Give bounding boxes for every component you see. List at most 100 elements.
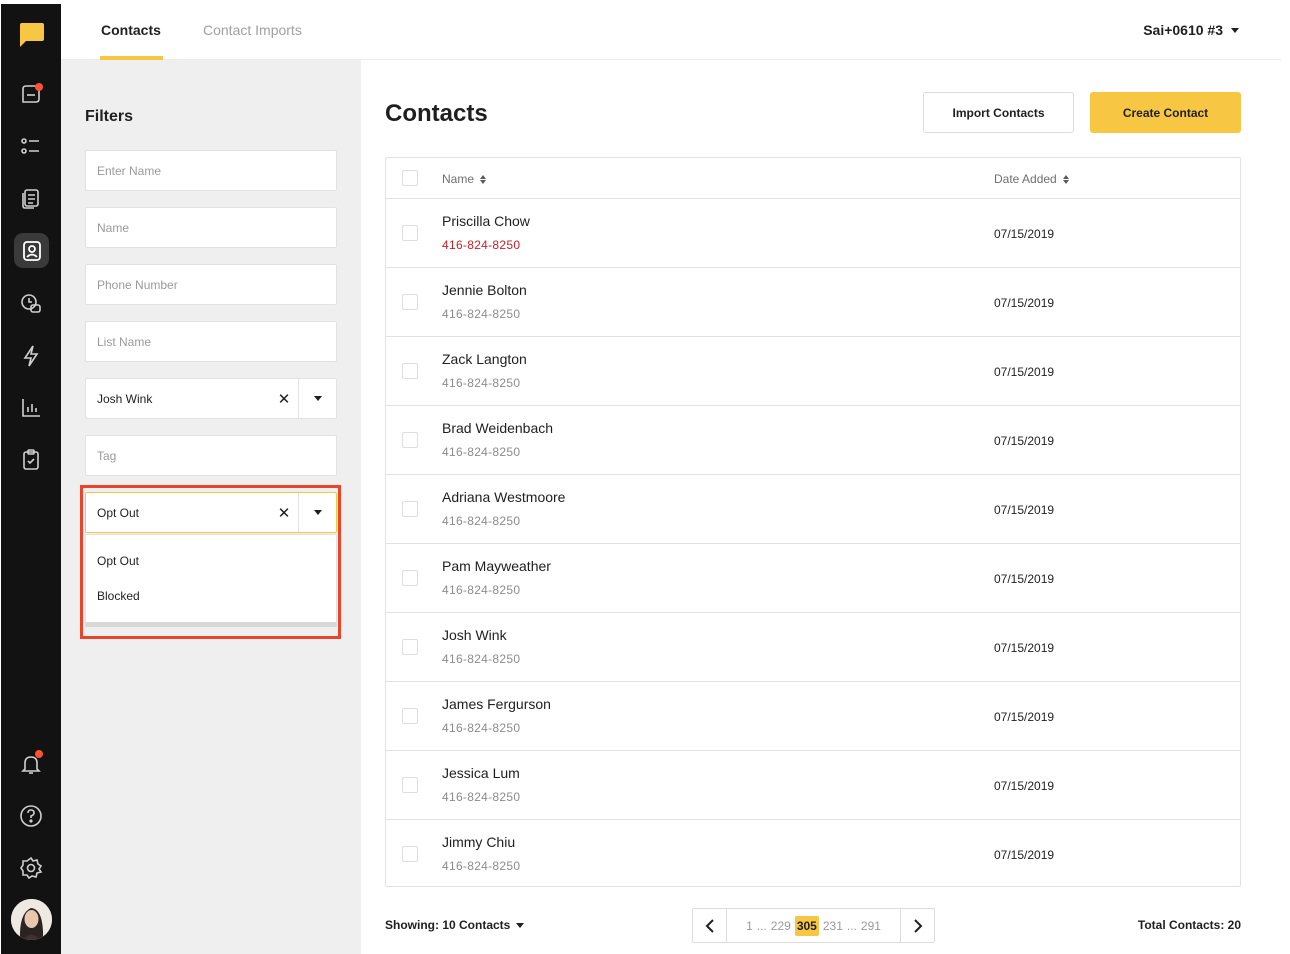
table-row[interactable]: Adriana Westmoore 416-824-8250 07/15/2019 <box>386 475 1240 544</box>
contact-phone: 416-824-8250 <box>442 445 521 459</box>
row-checkbox[interactable] <box>402 846 418 862</box>
select-all-checkbox[interactable] <box>402 170 418 186</box>
row-checkbox[interactable] <box>402 501 418 517</box>
tab-contact-imports[interactable]: Contact Imports <box>203 22 302 38</box>
table-row[interactable]: Pam Mayweather 416-824-8250 07/15/2019 <box>386 544 1240 613</box>
contact-name[interactable]: Zack Langton <box>442 351 527 367</box>
ellipsis: ... <box>846 918 857 933</box>
column-name-label: Name <box>442 172 475 186</box>
settings-icon[interactable] <box>16 853 46 883</box>
table-row[interactable]: Jennie Bolton 416-824-8250 07/15/2019 <box>386 268 1240 337</box>
page-link[interactable]: 1 <box>746 919 753 933</box>
sort-icon <box>480 174 487 184</box>
assignee-select[interactable]: Josh Wink ✕ <box>85 378 337 419</box>
import-contacts-button[interactable]: Import Contacts <box>923 92 1074 133</box>
contact-name[interactable]: Pam Mayweather <box>442 558 551 574</box>
user-avatar[interactable] <box>11 899 52 940</box>
date-added: 07/15/2019 <box>994 365 1055 379</box>
column-date-header[interactable]: Date Added <box>994 172 1069 186</box>
previous-page-button[interactable] <box>693 909 727 942</box>
notification-dot <box>35 83 43 91</box>
page-title: Contacts <box>385 100 488 127</box>
highlight-box <box>80 485 341 639</box>
name-input[interactable]: Name <box>85 207 337 248</box>
column-date-label: Date Added <box>994 172 1057 186</box>
date-added: 07/15/2019 <box>994 848 1055 862</box>
create-contact-button[interactable]: Create Contact <box>1090 92 1241 133</box>
chevron-down-icon[interactable] <box>298 379 336 418</box>
filters-title: Filters <box>85 108 134 125</box>
account-name: Sai+0610 #3 <box>1143 22 1223 38</box>
close-icon[interactable]: ✕ <box>270 390 298 408</box>
table-row[interactable]: James Fergurson 416-824-8250 07/15/2019 <box>386 682 1240 751</box>
contact-phone: 416-824-8250 <box>442 790 521 804</box>
analytics-icon[interactable] <box>16 393 46 423</box>
row-checkbox[interactable] <box>402 432 418 448</box>
templates-icon[interactable] <box>16 183 46 213</box>
sidebar-rail <box>1 4 61 954</box>
table-header: Name Date Added <box>386 158 1240 199</box>
row-checkbox[interactable] <box>402 708 418 724</box>
row-checkbox[interactable] <box>402 363 418 379</box>
table-row[interactable]: Brad Weidenbach 416-824-8250 07/15/2019 <box>386 406 1240 475</box>
table-row[interactable]: Zack Langton 416-824-8250 07/15/2019 <box>386 337 1240 406</box>
row-checkbox[interactable] <box>402 570 418 586</box>
contacts-table: Name Date Added Priscilla Chow 416-824-82… <box>385 157 1241 887</box>
date-added: 07/15/2019 <box>994 227 1055 241</box>
date-added: 07/15/2019 <box>994 779 1055 793</box>
date-added: 07/15/2019 <box>994 710 1055 724</box>
help-icon[interactable] <box>16 801 46 831</box>
contact-name[interactable]: Jimmy Chiu <box>442 834 515 850</box>
column-name-header[interactable]: Name <box>442 172 487 186</box>
chevron-down-icon <box>516 922 525 928</box>
top-nav: Contacts Contact Imports Sai+0610 #3 <box>61 4 1281 60</box>
tag-input[interactable]: Tag <box>85 435 337 476</box>
date-added: 07/15/2019 <box>994 434 1055 448</box>
page-size-select[interactable]: Showing: 10 Contacts <box>385 918 525 932</box>
table-row[interactable]: Jimmy Chiu 416-824-8250 07/15/2019 <box>386 820 1240 889</box>
contact-name[interactable]: Priscilla Chow <box>442 213 530 229</box>
contacts-icon[interactable] <box>14 233 49 268</box>
row-checkbox[interactable] <box>402 777 418 793</box>
current-page[interactable]: 305 <box>794 915 819 936</box>
pagination: 1 ... 229 305 231 ... 291 <box>692 908 935 943</box>
page-link[interactable]: 229 <box>771 919 791 933</box>
row-checkbox[interactable] <box>402 294 418 310</box>
row-checkbox[interactable] <box>402 639 418 655</box>
contact-phone: 416-824-8250 <box>442 652 521 666</box>
contact-phone: 416-824-8250 <box>442 238 521 252</box>
table-row[interactable]: Priscilla Chow 416-824-8250 07/15/2019 <box>386 199 1240 268</box>
tab-contacts[interactable]: Contacts <box>101 22 161 38</box>
next-page-button[interactable] <box>900 909 934 942</box>
account-switcher[interactable]: Sai+0610 #3 <box>1143 22 1239 38</box>
scheduled-icon[interactable] <box>16 289 46 319</box>
contact-phone: 416-824-8250 <box>442 514 521 528</box>
contact-name[interactable]: Brad Weidenbach <box>442 420 553 436</box>
page-link[interactable]: 231 <box>823 919 843 933</box>
date-added: 07/15/2019 <box>994 572 1055 586</box>
date-added: 07/15/2019 <box>994 503 1055 517</box>
contact-phone: 416-824-8250 <box>442 376 521 390</box>
row-checkbox[interactable] <box>402 225 418 241</box>
chevron-right-icon <box>913 918 922 933</box>
date-added: 07/15/2019 <box>994 296 1055 310</box>
contact-name[interactable]: Jessica Lum <box>442 765 520 781</box>
automation-icon[interactable] <box>16 341 46 371</box>
phone-number-input[interactable]: Phone Number <box>85 264 337 305</box>
contact-name[interactable]: Josh Wink <box>442 627 507 643</box>
contact-name[interactable]: Adriana Westmoore <box>442 489 565 505</box>
total-contacts: Total Contacts: 20 <box>1137 918 1241 932</box>
enter-name-input[interactable]: Enter Name <box>85 150 337 191</box>
page-link[interactable]: 291 <box>861 919 881 933</box>
table-row[interactable]: Jessica Lum 416-824-8250 07/15/2019 <box>386 751 1240 820</box>
logo-icon[interactable] <box>16 21 46 49</box>
assignee-value: Josh Wink <box>97 391 153 406</box>
list-name-input[interactable]: List Name <box>85 321 337 362</box>
contact-phone: 416-824-8250 <box>442 859 521 873</box>
chevron-down-icon <box>1231 27 1239 33</box>
list-icon[interactable] <box>16 131 46 161</box>
table-row[interactable]: Josh Wink 416-824-8250 07/15/2019 <box>386 613 1240 682</box>
contact-name[interactable]: James Fergurson <box>442 696 551 712</box>
contact-name[interactable]: Jennie Bolton <box>442 282 527 298</box>
tasks-icon[interactable] <box>16 445 46 475</box>
